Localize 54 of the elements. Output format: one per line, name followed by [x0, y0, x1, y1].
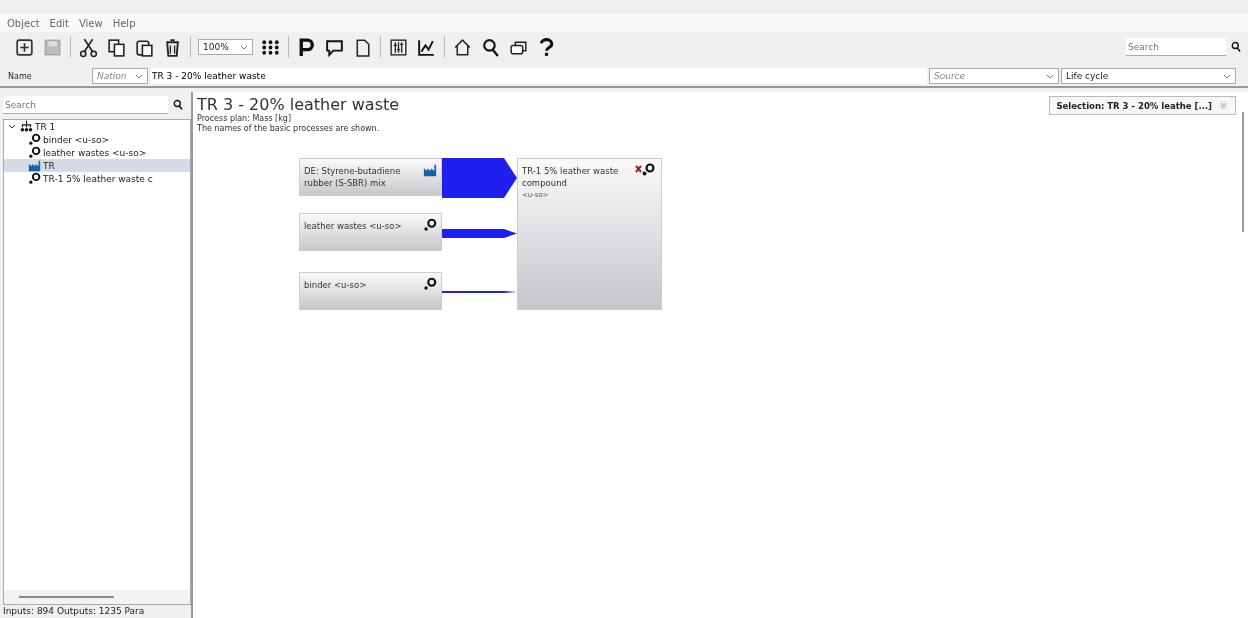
nation-dropdown[interactable]: Nation: [92, 68, 148, 84]
expand-caret-icon[interactable]: [8, 122, 16, 131]
cut-icon[interactable]: [78, 36, 99, 58]
process-label: binder <u-so>: [304, 279, 368, 291]
tree-item[interactable]: TR: [4, 159, 190, 172]
new-document-icon[interactable]: [14, 36, 35, 58]
sliders-icon[interactable]: [388, 36, 409, 58]
caret-icon: [1046, 73, 1054, 79]
plan-note: The names of the basic processes are shown.: [197, 124, 380, 134]
copy-icon[interactable]: [106, 36, 127, 58]
plan-subtitle: Process plan: Mass [kg]: [197, 114, 292, 124]
tree-item[interactable]: binder <u-so>: [4, 133, 190, 146]
flow-arrow[interactable]: [442, 158, 517, 198]
selection-button[interactable]: Selection: TR 3 - 20% leathe [...]: [1049, 96, 1236, 115]
process-node[interactable]: binder <u-so>: [299, 272, 442, 310]
process-node[interactable]: DE: Styrene-butadiene rubber (S-SBR) mix: [299, 158, 442, 196]
tree-item[interactable]: TR-1 5% leather waste c: [4, 172, 190, 185]
zoom-dropdown[interactable]: 100%: [198, 39, 253, 55]
gears-x-icon: [635, 163, 657, 177]
caret-icon: [135, 73, 143, 79]
hierarchy-icon: [20, 120, 33, 133]
search-icon[interactable]: [480, 36, 501, 58]
lifecycle-dropdown[interactable]: Life cycle: [1061, 68, 1236, 84]
name-label: Name: [7, 71, 33, 81]
tree-item[interactable]: leather wastes <u-so>: [4, 146, 190, 159]
search-icon[interactable]: [172, 99, 184, 111]
menu-item[interactable]: Edit: [49, 17, 69, 29]
gears-icon: [28, 172, 41, 185]
search-field[interactable]: Search: [1126, 38, 1226, 56]
gears-icon: [423, 277, 437, 291]
double-chevron-icon: [1218, 100, 1229, 111]
menu-item[interactable]: Help: [112, 17, 136, 29]
menu-item[interactable]: View: [78, 17, 103, 29]
gears-icon: [28, 133, 41, 146]
search-icon[interactable]: [1230, 41, 1242, 53]
menu-item[interactable]: Object: [7, 17, 40, 29]
plan-title: TR 3 - 20% leather waste: [197, 96, 400, 114]
search-field[interactable]: Search: [3, 96, 168, 114]
process-label: DE: Styrene-butadiene rubber (S-SBR) mix: [304, 165, 402, 189]
process-node[interactable]: leather wastes <u-so>: [299, 213, 442, 251]
factory-icon: [423, 163, 437, 177]
flow-arrow[interactable]: [442, 228, 517, 238]
process-label: TR-1 5% leather waste compound: [522, 165, 620, 189]
caret-icon: [240, 44, 248, 50]
gears-icon: [28, 146, 41, 159]
name-field[interactable]: TR 3 - 20% leather waste: [150, 68, 927, 84]
tree-item[interactable]: TR 1: [4, 120, 190, 133]
status-text: Inputs: 894 Outputs: 1235 Para: [3, 605, 146, 618]
source-dropdown[interactable]: Source: [929, 68, 1059, 84]
process-label: leather wastes <u-so>: [304, 220, 403, 232]
caret-icon: [1223, 73, 1231, 79]
gears-icon: [423, 218, 437, 232]
factory-icon: [28, 159, 41, 172]
home-icon[interactable]: [452, 36, 473, 58]
